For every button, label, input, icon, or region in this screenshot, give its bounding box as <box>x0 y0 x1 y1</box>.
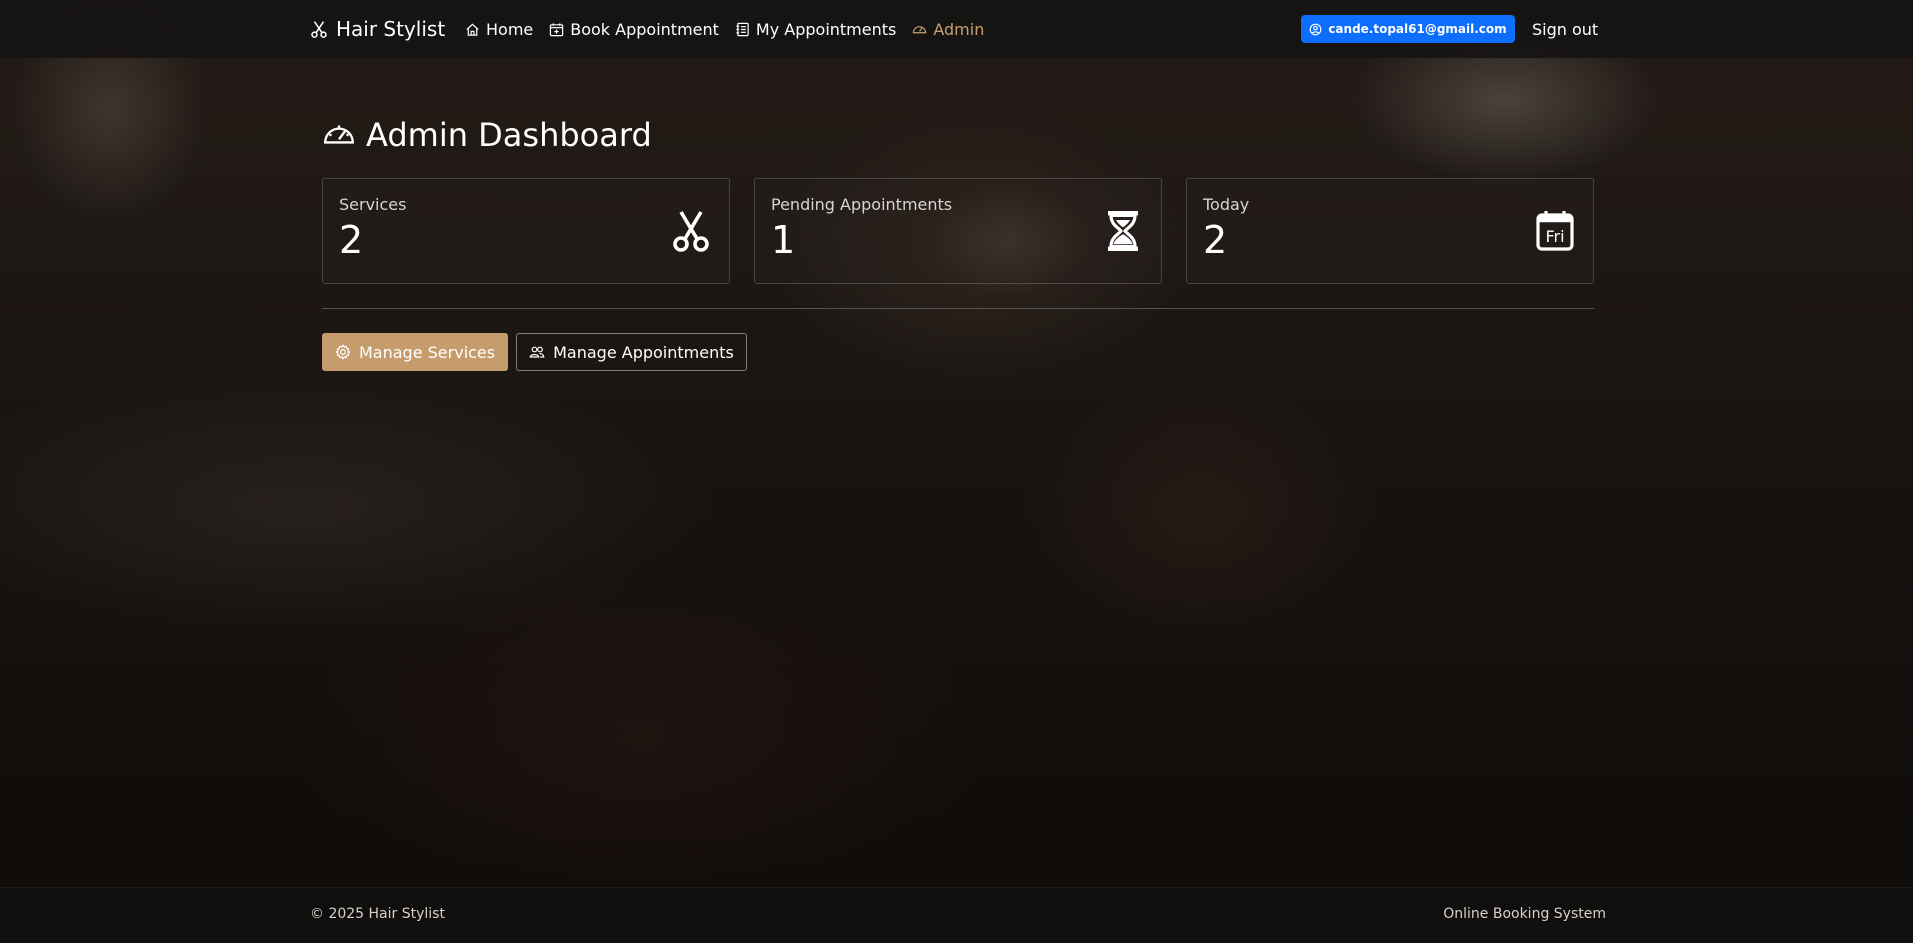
main-content: Admin Dashboard Services 2 Pending Appoi… <box>322 110 1594 371</box>
stat-card-today: Today 2 Fri <box>1186 178 1594 284</box>
stat-card-pending: Pending Appointments 1 <box>754 178 1162 284</box>
stat-label: Today <box>1203 195 1250 214</box>
footer-copyright: © 2025 Hair Stylist <box>310 906 445 922</box>
manage-services-button[interactable]: Manage Services <box>322 333 509 371</box>
stat-label: Services <box>339 195 407 214</box>
nav-admin-label: Admin <box>933 19 985 39</box>
journal-icon <box>736 22 749 36</box>
user-email: cande.topal61@gmail.com <box>1328 22 1507 36</box>
nav-admin[interactable]: Admin <box>912 20 984 39</box>
nav-book-appointment-label: Book Appointment <box>570 19 719 39</box>
speedometer-icon <box>913 25 927 33</box>
stat-value: 1 <box>771 218 796 262</box>
action-buttons: Manage Services Manage Appointments <box>322 333 1594 371</box>
hourglass-icon <box>1108 211 1138 251</box>
stats-cards: Services 2 Pending Appointments 1 Today … <box>322 178 1594 284</box>
calendar-day-text: Fri <box>1545 227 1564 246</box>
nav-links: Home Book Appointment My Appointments Ad… <box>465 15 984 43</box>
nav-book-appointment[interactable]: Book Appointment <box>549 20 719 39</box>
page-title-text: Admin Dashboard <box>366 116 652 154</box>
nav-my-appointments[interactable]: My Appointments <box>735 20 896 39</box>
navbar: Hair Stylist Home Book Appointment My Ap… <box>0 0 1913 58</box>
calendar-day-icon: Fri <box>1536 211 1574 251</box>
nav-my-appointments-label: My Appointments <box>755 19 897 39</box>
home-icon <box>466 23 479 36</box>
manage-services-label: Manage Services <box>359 342 496 362</box>
brand-name: Hair Stylist <box>336 17 446 41</box>
people-icon <box>529 346 545 358</box>
brand-link[interactable]: Hair Stylist <box>310 15 445 43</box>
divider <box>322 308 1594 309</box>
footer-tagline: Online Booking System <box>1443 906 1606 922</box>
person-circle-icon <box>1309 23 1322 35</box>
user-email-badge[interactable]: cande.topal61@gmail.com <box>1301 15 1515 43</box>
stat-label: Pending Appointments <box>771 195 953 214</box>
manage-appointments-button[interactable]: Manage Appointments <box>516 333 747 371</box>
speedometer-icon <box>324 125 354 144</box>
calendar-plus-icon <box>550 22 564 36</box>
signout-link[interactable]: Sign out <box>1532 15 1598 43</box>
nav-home-label: Home <box>486 19 534 39</box>
stat-card-services: Services 2 <box>322 178 730 284</box>
nav-home[interactable]: Home <box>465 20 533 39</box>
stat-value: 2 <box>339 218 364 262</box>
scissors-icon <box>311 21 327 38</box>
gear-icon <box>335 344 351 360</box>
scissors-icon <box>673 211 709 252</box>
stat-value: 2 <box>1203 218 1228 262</box>
page-title: Admin Dashboard <box>322 110 1594 160</box>
manage-appointments-label: Manage Appointments <box>553 342 734 362</box>
footer: © 2025 Hair Stylist Online Booking Syste… <box>0 887 1913 943</box>
